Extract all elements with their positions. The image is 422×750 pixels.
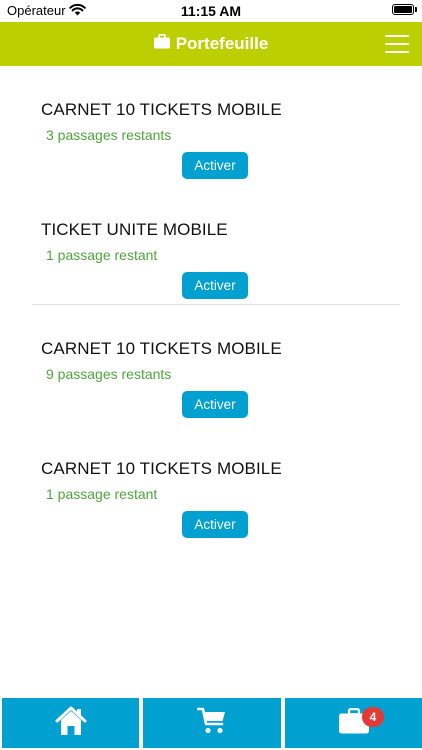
wallet-screen: Opérateur 11:15 AM Portefeuille CARNET 1… bbox=[0, 0, 422, 750]
activate-button[interactable]: Activer bbox=[182, 152, 248, 179]
ticket-list: CARNET 10 TICKETS MOBILE 3 passages rest… bbox=[0, 66, 422, 544]
tab-wallet[interactable]: 4 bbox=[285, 698, 422, 748]
ticket-remaining: 3 passages restants bbox=[46, 127, 172, 143]
ticket-name: CARNET 10 TICKETS MOBILE bbox=[41, 458, 282, 478]
ticket-item: CARNET 10 TICKETS MOBILE 3 passages rest… bbox=[0, 66, 422, 186]
ticket-remaining: 1 passage restant bbox=[46, 485, 158, 502]
briefcase-icon bbox=[153, 34, 170, 54]
ticket-item: TICKET UNITE MOBILE 1 passage restant Ac… bbox=[0, 186, 422, 305]
app-header: Portefeuille bbox=[0, 22, 422, 66]
hamburger-menu-icon[interactable] bbox=[385, 35, 409, 53]
home-icon bbox=[55, 706, 87, 741]
menu-line bbox=[385, 43, 409, 45]
tab-home[interactable] bbox=[2, 698, 139, 748]
tab-cart[interactable] bbox=[143, 698, 281, 748]
status-time: 11:15 AM bbox=[180, 3, 242, 19]
ticket-name: CARNET 10 TICKETS MOBILE bbox=[41, 339, 282, 358]
ticket-name: TICKET UNITE MOBILE bbox=[41, 219, 228, 239]
battery-icon bbox=[392, 4, 414, 15]
notification-badge: 4 bbox=[362, 707, 384, 727]
activate-button[interactable]: Activer bbox=[182, 510, 248, 538]
ticket-item: CARNET 10 TICKETS MOBILE 9 passages rest… bbox=[0, 305, 422, 425]
page-title: Portefeuille bbox=[175, 34, 269, 53]
header-title-group: Portefeuille bbox=[0, 22, 422, 66]
bottom-tab-bar: 4 bbox=[0, 698, 422, 750]
ticket-remaining: 1 passage restant bbox=[46, 246, 158, 263]
menu-line bbox=[385, 51, 409, 53]
ticket-remaining: 9 passages restants bbox=[46, 366, 172, 382]
status-bar: Opérateur 11:15 AM bbox=[0, 0, 422, 22]
ticket-item: CARNET 10 TICKETS MOBILE 1 passage resta… bbox=[0, 425, 422, 545]
battery-tip bbox=[415, 7, 417, 12]
battery-level bbox=[394, 6, 412, 13]
cart-icon bbox=[196, 707, 227, 740]
activate-button[interactable]: Activer bbox=[182, 391, 248, 418]
activate-button[interactable]: Activer bbox=[182, 271, 248, 299]
menu-line bbox=[385, 35, 409, 37]
ticket-name: CARNET 10 TICKETS MOBILE bbox=[41, 100, 282, 119]
